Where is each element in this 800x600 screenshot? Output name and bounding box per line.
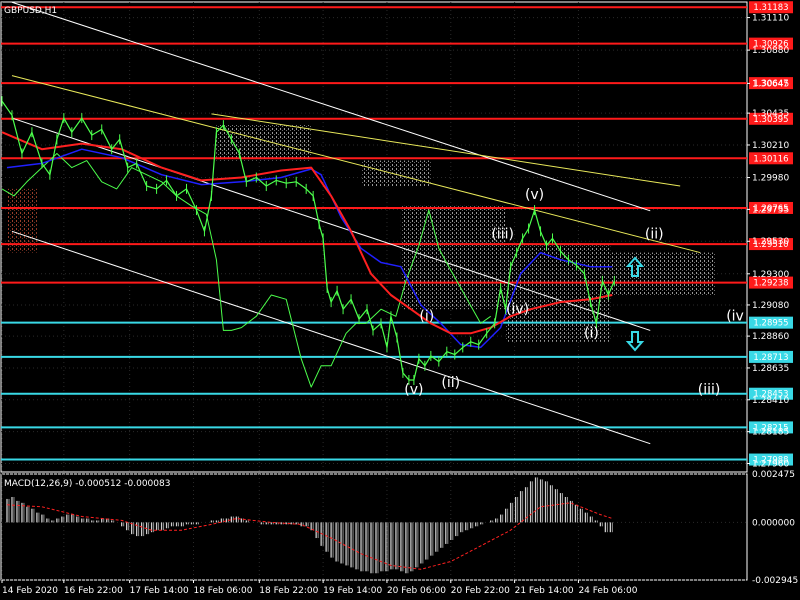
price-tick-label: 1.30435: [752, 109, 789, 119]
cloud-segment: [400, 205, 506, 310]
macd-tick-label: 0.000000: [752, 518, 795, 528]
cloud-segment: [361, 160, 431, 187]
price-tick-label: 1.30210: [752, 141, 789, 151]
time-tick-label: 17 Feb 14:00: [130, 586, 189, 596]
price-tick-label: 1.29300: [752, 270, 789, 280]
time-tick-label: 20 Feb 06:00: [387, 586, 446, 596]
wave-label: (iii): [698, 382, 721, 398]
cloud-segment: [6, 188, 37, 253]
price-tick-label: 1.30645: [752, 79, 789, 89]
price-tick-label: 1.30880: [752, 46, 789, 56]
wave-label: (i): [584, 326, 599, 342]
time-tick-label: 19 Feb 14:00: [323, 586, 382, 596]
time-tick-label: 21 Feb 14:00: [515, 586, 574, 596]
cloud-segment: [610, 252, 716, 296]
price-tick-label: 1.27960: [752, 460, 789, 470]
trading-chart[interactable]: 1.311831.309261.306471.303951.301161.297…: [0, 0, 800, 600]
time-tick-label: 24 Feb 06:00: [578, 586, 637, 596]
price-tick-label: 1.28185: [752, 428, 789, 438]
wave-label: (v): [525, 187, 544, 203]
wave-label: (v): [404, 382, 423, 398]
wave-label: (iii): [491, 226, 514, 242]
symbol-label: GBPUSD,H1: [4, 6, 57, 16]
macd-tick-label: -0.002945: [752, 576, 798, 586]
price-axis[interactable]: 1.31110 1.30880 1.30645 1.30435 1.30210 1.299…: [747, 14, 789, 470]
price-tick-label: 1.29530: [752, 237, 789, 247]
wave-label: (iv): [506, 301, 529, 317]
level-price-label: 1.31183: [753, 3, 788, 13]
time-tick-label: 18 Feb 06:00: [193, 586, 252, 596]
price-tick-label: 1.31110: [752, 14, 789, 24]
price-tick-label: 1.28410: [752, 396, 789, 406]
level-price-label: 1.29238: [753, 279, 788, 289]
wave-label: (ii): [645, 226, 664, 242]
time-tick-label: 16 Feb 22:00: [64, 586, 123, 596]
wave-label: (iv: [726, 309, 744, 325]
price-tick-label: 1.29755: [752, 205, 789, 215]
time-tick-label: 20 Feb 22:00: [451, 586, 510, 596]
wave-label: (ii): [441, 375, 460, 391]
macd-tick-label: 0.002475: [752, 470, 795, 480]
time-tick-label: 18 Feb 22:00: [259, 586, 318, 596]
price-tick-label: 1.28635: [752, 364, 789, 374]
price-tick-label: 1.29080: [752, 301, 789, 311]
price-tick-label: 1.29980: [752, 174, 789, 184]
level-price-label: 1.28955: [753, 319, 788, 329]
level-price-label: 1.30116: [753, 154, 788, 164]
wave-label: (i): [419, 309, 434, 325]
macd-label: MACD(12,26,9) -0.000512 -0.000083: [4, 479, 170, 489]
level-price-label: 1.28713: [753, 353, 788, 363]
cloud-segment: [216, 125, 312, 161]
price-tick-label: 1.28860: [752, 332, 789, 342]
time-tick-label: 14 Feb 2020: [2, 586, 58, 596]
